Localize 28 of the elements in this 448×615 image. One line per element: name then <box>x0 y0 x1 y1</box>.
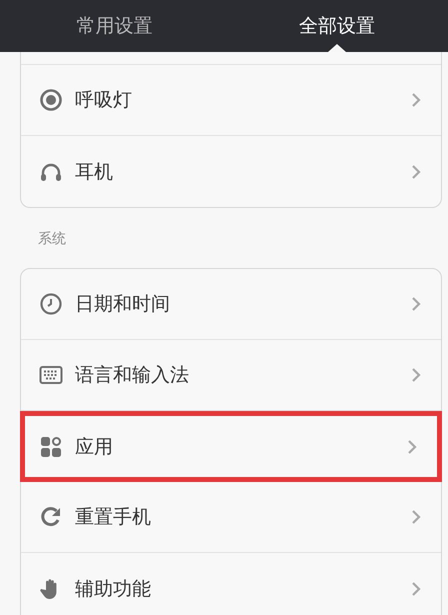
settings-label: 应用 <box>75 434 114 460</box>
chevron-icon <box>411 509 421 525</box>
settings-label: 语言和输入法 <box>75 363 190 388</box>
settings-label: 日期和时间 <box>75 292 171 317</box>
tab[interactable]: 常用设置 <box>3 0 226 52</box>
ring-icon <box>39 88 63 112</box>
app-grid-icon <box>39 434 63 458</box>
chevron-icon <box>407 438 417 454</box>
settings-label: 辅助功能 <box>75 576 152 602</box>
section-heading: 系统 <box>38 230 66 248</box>
settings-label: 耳机 <box>75 160 114 184</box>
settings-row[interactable]: 应用 <box>20 411 442 482</box>
chevron-icon <box>411 296 421 312</box>
settings-row[interactable]: 日期和时间 <box>21 269 441 340</box>
refresh-icon <box>39 505 63 529</box>
chevron-icon <box>411 580 421 596</box>
chevron-icon <box>411 164 421 180</box>
clock-icon <box>39 292 63 316</box>
keyboard-icon <box>39 363 63 387</box>
settings-row[interactable]: 呼吸灯 <box>21 65 441 136</box>
settings-row[interactable]: 耳机 <box>21 136 441 207</box>
chevron-icon <box>411 92 421 108</box>
settings-label: 呼吸灯 <box>75 88 133 113</box>
settings-row[interactable]: 语言和输入法 <box>21 340 441 411</box>
settings-row[interactable]: 辅助功能 <box>21 553 441 615</box>
settings-row[interactable]: 重置手机 <box>21 482 441 553</box>
chevron-icon <box>411 367 421 383</box>
settings-label: 重置手机 <box>75 505 152 530</box>
